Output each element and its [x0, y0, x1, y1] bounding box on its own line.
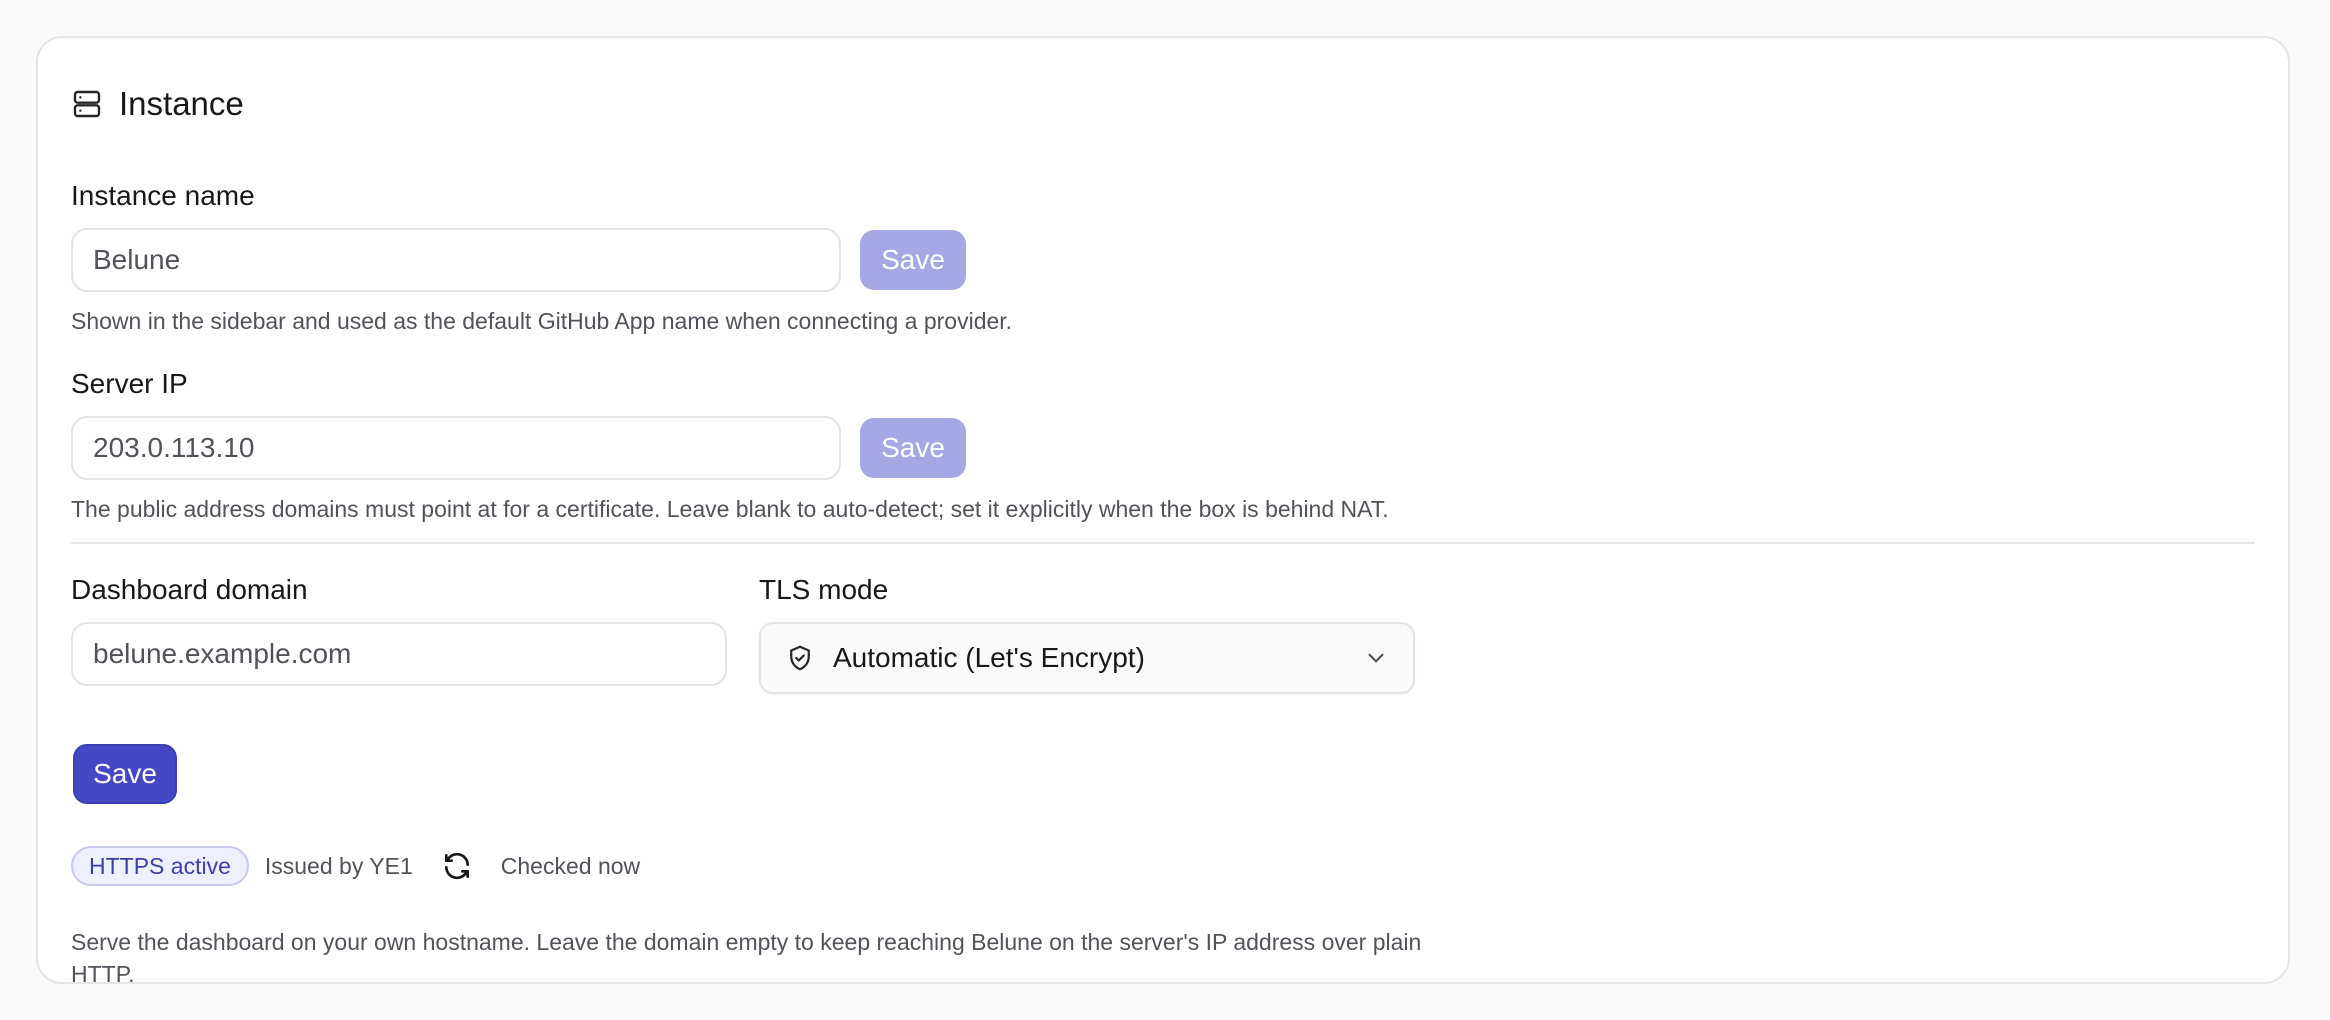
divider [71, 542, 2255, 544]
tls-mode-select[interactable]: Automatic (Let's Encrypt) [759, 622, 1415, 694]
status-badge: HTTPS active [71, 846, 249, 886]
refresh-icon[interactable] [441, 850, 473, 882]
card-header: Instance [71, 76, 244, 132]
card-title: Instance [119, 85, 244, 122]
dashboard-domain-input[interactable] [71, 622, 727, 686]
tls-status-row: HTTPS active Issued by YE1 Checked now [71, 846, 640, 886]
instance-name-input[interactable] [71, 228, 841, 292]
save-button[interactable]: Save [73, 744, 177, 804]
server-ip-help: The public address domains must point at… [71, 496, 1389, 522]
server-ip-label: Server IP [71, 368, 188, 399]
dashboard-domain-help: Serve the dashboard on your own hostname… [71, 929, 1422, 987]
server-ip-save-button[interactable]: Save [860, 418, 966, 478]
chevron-down-icon [1368, 653, 1384, 663]
instance-card: Instance Instance name Save Shown in the… [36, 36, 2290, 987]
issuer-text: Issued by YE1 [264, 852, 413, 879]
shield-check-icon [790, 645, 810, 671]
tls-mode-value: Automatic (Let's Encrypt) [833, 642, 1145, 673]
instance-name-save-button[interactable]: Save [860, 230, 966, 290]
dashboard-domain-label: Dashboard domain [71, 574, 308, 605]
server-icon [73, 90, 101, 118]
checked-text: Checked now [500, 852, 641, 879]
instance-name-label: Instance name [71, 180, 255, 211]
server-ip-input[interactable] [71, 416, 841, 480]
tls-mode-label: TLS mode [759, 574, 889, 605]
instance-name-help: Shown in the sidebar and used as the def… [71, 308, 1013, 334]
